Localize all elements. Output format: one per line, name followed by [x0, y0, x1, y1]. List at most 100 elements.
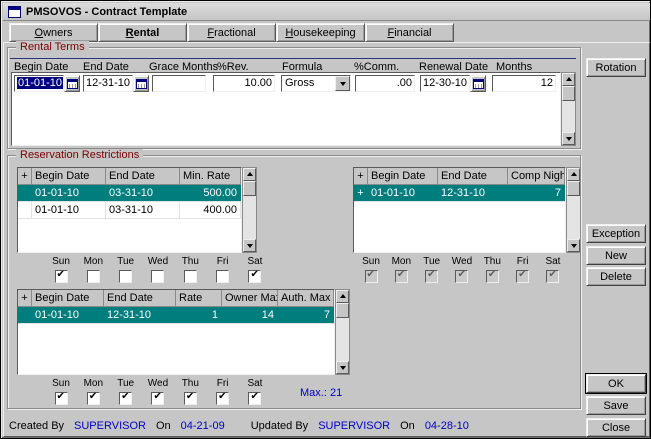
scroll-down-button[interactable] [243, 239, 256, 252]
scroll-thumb[interactable] [336, 303, 349, 318]
day-checkbox-sun[interactable] [55, 270, 68, 283]
day-wed: Wed [143, 378, 173, 405]
day-label: Thu [484, 256, 501, 267]
day-label: Wed [148, 378, 168, 389]
owner-auth-scrollbar[interactable] [335, 289, 350, 375]
new-button[interactable]: New [586, 246, 646, 265]
day-checkbox-tue[interactable] [119, 270, 132, 283]
owner-auth-table[interactable]: + Begin Date End Date Rate Owner Max Aut… [17, 289, 335, 375]
arrow-up-icon [340, 291, 346, 298]
tab-owners[interactable]: Owners [9, 23, 98, 42]
day-checkbox-sat[interactable] [248, 270, 261, 283]
tab-fractional-label: Fractional [207, 27, 255, 39]
scroll-down-button[interactable] [336, 361, 349, 374]
created-on-label: On [156, 420, 171, 432]
title-bar[interactable]: PMSOVOS - Contract Template [3, 3, 650, 21]
col-begin-date: Begin Date [368, 168, 438, 185]
day-checkbox-mon[interactable] [87, 270, 100, 283]
col-auth-max: Auth. Max [278, 290, 334, 307]
day-checkbox-wed[interactable] [151, 392, 164, 405]
contract-template-window: PMSOVOS - Contract Template Owners Renta… [0, 0, 651, 439]
day-checkbox-sun[interactable] [55, 392, 68, 405]
scroll-up-button[interactable] [562, 73, 575, 86]
formula-combobox[interactable]: Gross [281, 75, 351, 92]
day-fri: Fri [508, 256, 538, 283]
end-date-field[interactable]: 12-31-10 [83, 75, 133, 92]
comp-nights-scrollbar[interactable] [566, 167, 581, 253]
renewal-date-field[interactable]: 12-30-10 [420, 75, 470, 92]
end-date-calendar-button[interactable] [133, 75, 149, 92]
arrow-down-icon [566, 137, 572, 144]
day-checkbox-sat[interactable] [248, 392, 261, 405]
min-rate-table[interactable]: + Begin Date End Date Min. Rate 01-01-10… [17, 167, 242, 253]
scroll-up-button[interactable] [243, 168, 256, 181]
reservation-restrictions-title: Reservation Restrictions [16, 149, 143, 161]
created-by-value: SUPERVISOR [74, 420, 146, 432]
day-label: Sun [362, 256, 380, 267]
owner-auth-row[interactable]: 01-01-10 12-31-10 1 14 7 [18, 307, 334, 324]
day-fri: Fri [208, 256, 238, 283]
tab-housekeeping[interactable]: Housekeeping [276, 23, 365, 42]
renewal-date-calendar-button[interactable] [470, 75, 486, 92]
formula-dropdown-button[interactable] [335, 76, 350, 91]
begin-date-calendar-button[interactable] [64, 75, 80, 92]
tab-fractional[interactable]: Fractional [187, 23, 276, 42]
save-button[interactable]: Save [586, 396, 646, 415]
scroll-up-button[interactable] [336, 290, 349, 303]
begin-date-field[interactable]: 01-01-10 [14, 75, 64, 92]
created-by-label: Created By [9, 420, 64, 432]
day-tue: Tue [111, 378, 141, 405]
day-checkbox-sun [365, 270, 378, 283]
day-label: Tue [117, 378, 134, 389]
comp-nights-table[interactable]: + Begin Date End Date Comp Nights + 01-0… [353, 167, 566, 253]
day-label: Sun [52, 256, 70, 267]
scroll-thumb[interactable] [567, 181, 580, 196]
day-checkbox-tue[interactable] [119, 392, 132, 405]
min-rate-scrollbar[interactable] [242, 167, 257, 253]
day-checkbox-wed[interactable] [151, 270, 164, 283]
min-rate-row[interactable]: 01-01-10 03-31-10 500.00 [18, 185, 241, 202]
months-field[interactable]: 12 [492, 75, 556, 92]
day-checkbox-fri [516, 270, 529, 283]
rev-percent-field[interactable]: 10.00 [213, 75, 275, 92]
scroll-thumb[interactable] [243, 181, 256, 196]
day-label: Fri [217, 378, 229, 389]
reservation-restrictions-group: Reservation Restrictions + Begin Date En… [7, 155, 581, 409]
day-checkbox-fri[interactable] [216, 270, 229, 283]
min-rate-row[interactable]: 01-01-10 03-31-10 400.00 [18, 202, 241, 219]
ok-button[interactable]: OK [586, 374, 646, 393]
owner-auth-day-filter: Sun Mon Tue Wed Thu Fri [46, 378, 270, 405]
cell-rate: 1 [176, 307, 222, 323]
calendar-icon [136, 79, 147, 89]
close-button[interactable]: Close [586, 418, 646, 437]
delete-button[interactable]: Delete [586, 267, 646, 286]
scroll-down-button[interactable] [567, 239, 580, 252]
tab-financial-label: Financial [387, 27, 431, 39]
scroll-up-button[interactable] [567, 168, 580, 181]
scroll-down-button[interactable] [562, 132, 575, 145]
cell-end-date: 12-31-10 [104, 307, 176, 323]
day-sun: Sun [46, 256, 76, 283]
updated-by-label: Updated By [251, 420, 308, 432]
cell-end-date: 03-31-10 [106, 202, 180, 218]
comp-nights-row[interactable]: + 01-01-10 12-31-10 7 [354, 185, 565, 202]
day-checkbox-wed [455, 270, 468, 283]
window-title: PMSOVOS - Contract Template [26, 6, 187, 18]
day-checkbox-mon[interactable] [87, 392, 100, 405]
exception-button[interactable]: Exception [586, 224, 646, 243]
day-thu: Thu [175, 256, 205, 283]
tab-financial[interactable]: Financial [365, 23, 454, 42]
day-label: Mon [392, 256, 411, 267]
day-checkbox-fri[interactable] [216, 392, 229, 405]
rotation-button[interactable]: Rotation [586, 58, 646, 77]
tab-rental[interactable]: Rental [98, 23, 187, 42]
rental-scrollbar[interactable] [561, 72, 576, 146]
grace-months-field[interactable] [152, 75, 206, 92]
comm-percent-field[interactable]: .00 [355, 75, 415, 92]
cell-plus [18, 202, 32, 218]
col-plus: + [354, 168, 368, 185]
day-checkbox-thu[interactable] [184, 392, 197, 405]
scroll-thumb[interactable] [562, 86, 575, 101]
day-checkbox-thu[interactable] [184, 270, 197, 283]
cell-owner-max: 14 [222, 307, 278, 323]
